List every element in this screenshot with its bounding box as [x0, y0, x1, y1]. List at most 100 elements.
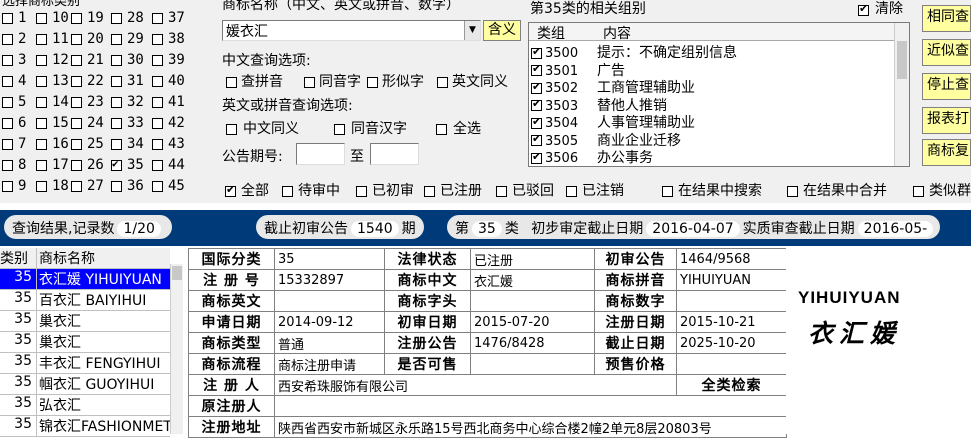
group-row[interactable]: 3500提示：不确定组别信息 — [531, 42, 737, 61]
cn-option-checkbox[interactable] — [367, 76, 378, 88]
filter-option[interactable]: 待审中 — [282, 180, 340, 200]
class-option[interactable]: 35 — [111, 157, 144, 173]
class-checkbox[interactable] — [2, 54, 13, 66]
en-option[interactable]: 同音汉字 — [334, 118, 407, 138]
class-checkbox[interactable] — [36, 180, 47, 192]
group-checkbox[interactable] — [531, 132, 542, 146]
class-option[interactable]: 28 — [111, 10, 144, 26]
class-option[interactable]: 29 — [111, 31, 144, 47]
class-option[interactable]: 42 — [152, 115, 185, 131]
cn-option[interactable]: 形似字 — [367, 71, 424, 91]
class-option[interactable]: 4 — [2, 73, 26, 89]
class-checkbox[interactable] — [2, 96, 13, 108]
en-option-checkbox[interactable] — [334, 123, 345, 135]
filter-option[interactable]: 已注册 — [424, 180, 482, 200]
clear-checkbox[interactable] — [858, 2, 869, 16]
class-option[interactable]: 14 — [36, 94, 69, 110]
class-option[interactable]: 45 — [152, 178, 185, 194]
class-option[interactable]: 27 — [71, 178, 104, 194]
group-row[interactable]: 3502工商管理辅助业 — [531, 77, 695, 96]
table-row[interactable]: 35 巢衣汇 — [0, 311, 170, 332]
group-checkbox[interactable] — [531, 45, 542, 59]
en-option-checkbox[interactable] — [436, 123, 447, 135]
class-checkbox[interactable] — [71, 96, 82, 108]
class-checkbox[interactable] — [36, 96, 47, 108]
class-option[interactable]: 12 — [36, 52, 69, 68]
class-option[interactable]: 24 — [71, 115, 104, 131]
group-checkbox[interactable] — [531, 115, 542, 129]
class-checkbox[interactable] — [152, 75, 163, 87]
class-option[interactable]: 37 — [152, 10, 185, 26]
class-checkbox[interactable] — [152, 33, 163, 45]
class-checkbox[interactable] — [152, 54, 163, 66]
class-checkbox[interactable] — [2, 117, 13, 129]
filter-option[interactable]: 已初审 — [356, 180, 414, 200]
action-button[interactable]: 报表打 — [922, 107, 971, 134]
group-row[interactable]: 3503替他人推销 — [531, 95, 667, 114]
class-option[interactable]: 26 — [71, 157, 104, 173]
match-button[interactable]: 含义 — [483, 20, 521, 41]
class-option[interactable]: 25 — [71, 136, 104, 152]
table-row[interactable]: 35 巢衣汇 — [0, 332, 170, 353]
table-row[interactable]: 35 帼衣汇 GUOYIHUI — [0, 374, 170, 395]
issue-from-input[interactable] — [296, 143, 345, 165]
class-checkbox[interactable] — [111, 157, 122, 171]
group-list-scrollbar[interactable] — [894, 23, 909, 166]
filter-option[interactable]: 在结果中合并 — [787, 180, 887, 200]
filter-option[interactable]: 已注销 — [566, 180, 624, 200]
filter-option[interactable]: 已驳回 — [496, 180, 554, 200]
issue-to-input[interactable] — [370, 143, 419, 165]
class-checkbox[interactable] — [71, 180, 82, 192]
class-option[interactable]: 5 — [2, 94, 26, 110]
class-option[interactable]: 20 — [71, 31, 104, 47]
class-option[interactable]: 16 — [36, 136, 69, 152]
class-option[interactable]: 8 — [2, 157, 26, 173]
class-option[interactable]: 21 — [71, 52, 104, 68]
class-option[interactable]: 39 — [152, 52, 185, 68]
action-button[interactable]: 商标复 — [922, 139, 971, 166]
class-checkbox[interactable] — [2, 180, 13, 192]
table-row[interactable]: 35 衣汇媛 YIHUIYUAN — [0, 269, 170, 290]
class-checkbox[interactable] — [111, 54, 122, 66]
class-option[interactable]: 34 — [111, 136, 144, 152]
class-option[interactable]: 33 — [111, 115, 144, 131]
filter-option[interactable]: 在结果中搜索 — [662, 180, 762, 200]
filter-checkbox[interactable] — [787, 185, 798, 197]
cn-option[interactable]: 英文同义 — [437, 71, 508, 91]
chevron-down-icon[interactable]: ▼ — [464, 21, 480, 40]
group-row[interactable]: 3505商业企业迁移 — [531, 130, 681, 149]
table-row[interactable]: 35 百衣汇 BAIYIHUI — [0, 290, 170, 311]
group-row[interactable]: 3504人事管理辅助业 — [531, 112, 695, 131]
class-option[interactable]: 44 — [152, 157, 185, 173]
filter-checkbox[interactable] — [496, 185, 507, 197]
filter-option[interactable]: 全部 — [225, 180, 269, 200]
class-option[interactable]: 43 — [152, 136, 185, 152]
class-option[interactable]: 22 — [71, 73, 104, 89]
cn-option[interactable]: 查拼音 — [226, 71, 283, 91]
filter-checkbox[interactable] — [356, 185, 367, 197]
class-option[interactable]: 31 — [111, 73, 144, 89]
class-option[interactable]: 30 — [111, 52, 144, 68]
class-checkbox[interactable] — [111, 75, 122, 87]
class-option[interactable]: 6 — [2, 115, 26, 131]
class-checkbox[interactable] — [152, 180, 163, 192]
class-checkbox[interactable] — [36, 12, 47, 24]
class-checkbox[interactable] — [152, 117, 163, 129]
class-option[interactable]: 41 — [152, 94, 185, 110]
class-checkbox[interactable] — [36, 54, 47, 66]
group-checkbox[interactable] — [531, 97, 542, 111]
class-option[interactable]: 15 — [36, 115, 69, 131]
class-checkbox[interactable] — [152, 138, 163, 150]
cn-option-checkbox[interactable] — [304, 76, 315, 88]
filter-checkbox[interactable] — [225, 183, 236, 197]
class-checkbox[interactable] — [36, 159, 47, 171]
flow-value[interactable]: 商标注册申请 — [274, 353, 385, 375]
class-checkbox[interactable] — [2, 138, 13, 150]
class-checkbox[interactable] — [36, 33, 47, 45]
class-checkbox[interactable] — [71, 138, 82, 150]
class-checkbox[interactable] — [111, 33, 122, 45]
class-option[interactable]: 7 — [2, 136, 26, 152]
class-option[interactable]: 18 — [36, 178, 69, 194]
class-checkbox[interactable] — [71, 159, 82, 171]
group-checkbox[interactable] — [531, 62, 542, 76]
